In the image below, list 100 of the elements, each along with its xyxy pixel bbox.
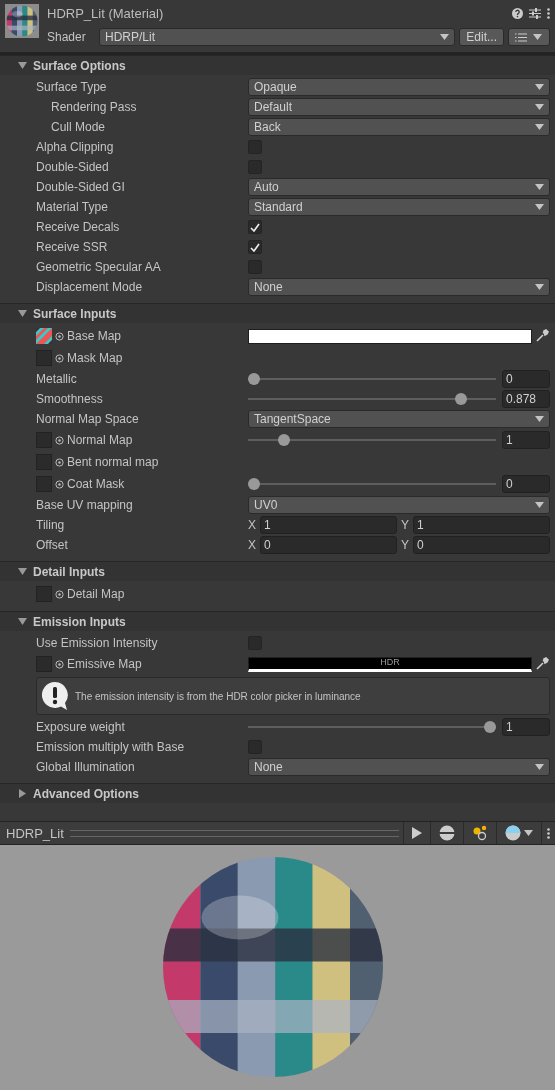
section-title[interactable]: Detail Inputs <box>33 564 105 579</box>
field-label: Alpha Clipping <box>36 140 115 154</box>
help-icon[interactable] <box>512 7 523 19</box>
window-title: HDRP_Lit (Material) <box>47 5 164 21</box>
number-field[interactable]: 0 <box>502 370 550 388</box>
color-field[interactable] <box>248 328 532 344</box>
caret-icon <box>440 34 450 40</box>
field-label: Base Map <box>67 329 122 343</box>
dropdown[interactable]: TangentSpace <box>248 410 550 428</box>
field-label: Exposure weight <box>36 720 126 734</box>
field-label: Receive Decals <box>36 220 121 234</box>
field-label: Displacement Mode <box>36 280 144 294</box>
axis-label: X <box>248 538 256 552</box>
field-label: Emissive Map <box>67 657 142 671</box>
field-label: Offset <box>36 538 69 552</box>
section-title[interactable]: Emission Inputs <box>33 614 126 629</box>
sphere-icon <box>439 825 455 841</box>
foldout-arrow-icon[interactable] <box>18 789 27 798</box>
list-menu-button[interactable] <box>508 28 550 46</box>
target-icon[interactable] <box>55 479 64 489</box>
eyedropper-icon[interactable] <box>534 656 550 672</box>
number-field[interactable]: 1 <box>502 431 550 449</box>
target-icon[interactable] <box>55 457 64 467</box>
number-field[interactable]: 1 <box>260 516 397 534</box>
field-label: Detail Map <box>67 587 125 601</box>
field-label: Geometric Specular AA <box>36 260 162 274</box>
more-icon <box>547 827 550 839</box>
caret-icon <box>535 204 544 210</box>
settings-icon[interactable] <box>529 7 541 19</box>
dropdown[interactable]: Default <box>248 98 550 116</box>
caret-icon <box>535 284 544 290</box>
caret-icon <box>535 764 544 770</box>
field-label: Normal Map <box>67 433 133 447</box>
checkbox[interactable] <box>248 220 262 234</box>
shader-dropdown[interactable]: HDRP/Lit <box>99 28 456 46</box>
hdr-label: HDR <box>380 657 400 667</box>
caret-icon <box>535 84 544 90</box>
slider-handle[interactable] <box>248 478 260 490</box>
foldout-arrow-icon[interactable] <box>18 61 27 70</box>
eyedropper-icon[interactable] <box>534 328 550 344</box>
field-label: Cull Mode <box>51 120 107 134</box>
number-field[interactable]: 1 <box>413 516 550 534</box>
color-field[interactable]: HDR <box>248 656 532 672</box>
target-icon[interactable] <box>55 659 64 669</box>
field-label: Double-Sided <box>36 160 110 174</box>
section-title[interactable]: Surface Inputs <box>33 306 117 321</box>
field-label: Normal Map Space <box>36 412 140 426</box>
field-label: Mask Map <box>67 351 123 365</box>
number-field[interactable]: 0 <box>413 536 550 554</box>
dropdown[interactable]: None <box>248 758 550 776</box>
lights-icon <box>472 825 488 841</box>
field-label: Shader <box>47 30 87 44</box>
field-label: Receive SSR <box>36 240 109 254</box>
number-field[interactable]: 0.878 <box>502 390 550 408</box>
field-label: Use Emission Intensity <box>36 636 159 650</box>
play-icon <box>412 827 422 839</box>
slider-handle[interactable] <box>455 393 468 405</box>
slider-handle[interactable] <box>248 373 260 385</box>
foldout-arrow-icon[interactable] <box>18 567 27 576</box>
caret-icon <box>535 416 544 422</box>
target-icon[interactable] <box>55 331 64 341</box>
edit-button[interactable]: Edit... <box>459 28 504 46</box>
section-title[interactable]: Surface Options <box>33 58 126 73</box>
axis-label: X <box>248 518 256 532</box>
field-label: Metallic <box>36 372 78 386</box>
caret-icon <box>535 124 544 130</box>
field-label: Coat Mask <box>67 477 125 491</box>
sphere-icon <box>505 825 521 841</box>
field-label: Global Illumination <box>36 760 136 774</box>
dropdown[interactable]: Standard <box>248 198 550 216</box>
number-field[interactable]: 1 <box>502 718 550 736</box>
field-label: Smoothness <box>36 392 104 406</box>
more-icon[interactable] <box>547 7 550 19</box>
texture-thumbnail-icon[interactable] <box>36 328 52 344</box>
slider-handle[interactable] <box>277 434 290 446</box>
slider-handle[interactable] <box>484 721 496 733</box>
preview-title: HDRP_Lit <box>5 825 65 841</box>
foldout-arrow-icon[interactable] <box>18 617 27 626</box>
field-label: Double-Sided GI <box>36 180 126 194</box>
foldout-arrow-icon[interactable] <box>18 309 27 318</box>
caret-icon <box>524 830 533 836</box>
target-icon[interactable] <box>55 589 64 599</box>
field-label: Surface Type <box>36 80 108 94</box>
caret-icon <box>535 104 544 110</box>
dropdown[interactable]: Opaque <box>248 78 550 96</box>
target-icon[interactable] <box>55 353 64 363</box>
drag-handle[interactable] <box>69 829 399 837</box>
field-label: Material Type <box>36 200 109 214</box>
section-title[interactable]: Advanced Options <box>33 786 139 801</box>
dropdown[interactable]: Back <box>248 118 550 136</box>
caret-icon <box>535 502 544 508</box>
number-field[interactable]: 0 <box>502 475 550 493</box>
number-field[interactable]: 0 <box>260 536 397 554</box>
dropdown[interactable]: Auto <box>248 178 550 196</box>
target-icon[interactable] <box>55 435 64 445</box>
checkbox[interactable] <box>248 240 262 254</box>
dropdown[interactable]: UV0 <box>248 496 550 514</box>
field-label: Rendering Pass <box>51 100 138 114</box>
field-label: Bent normal map <box>67 455 159 469</box>
dropdown[interactable]: None <box>248 278 550 296</box>
